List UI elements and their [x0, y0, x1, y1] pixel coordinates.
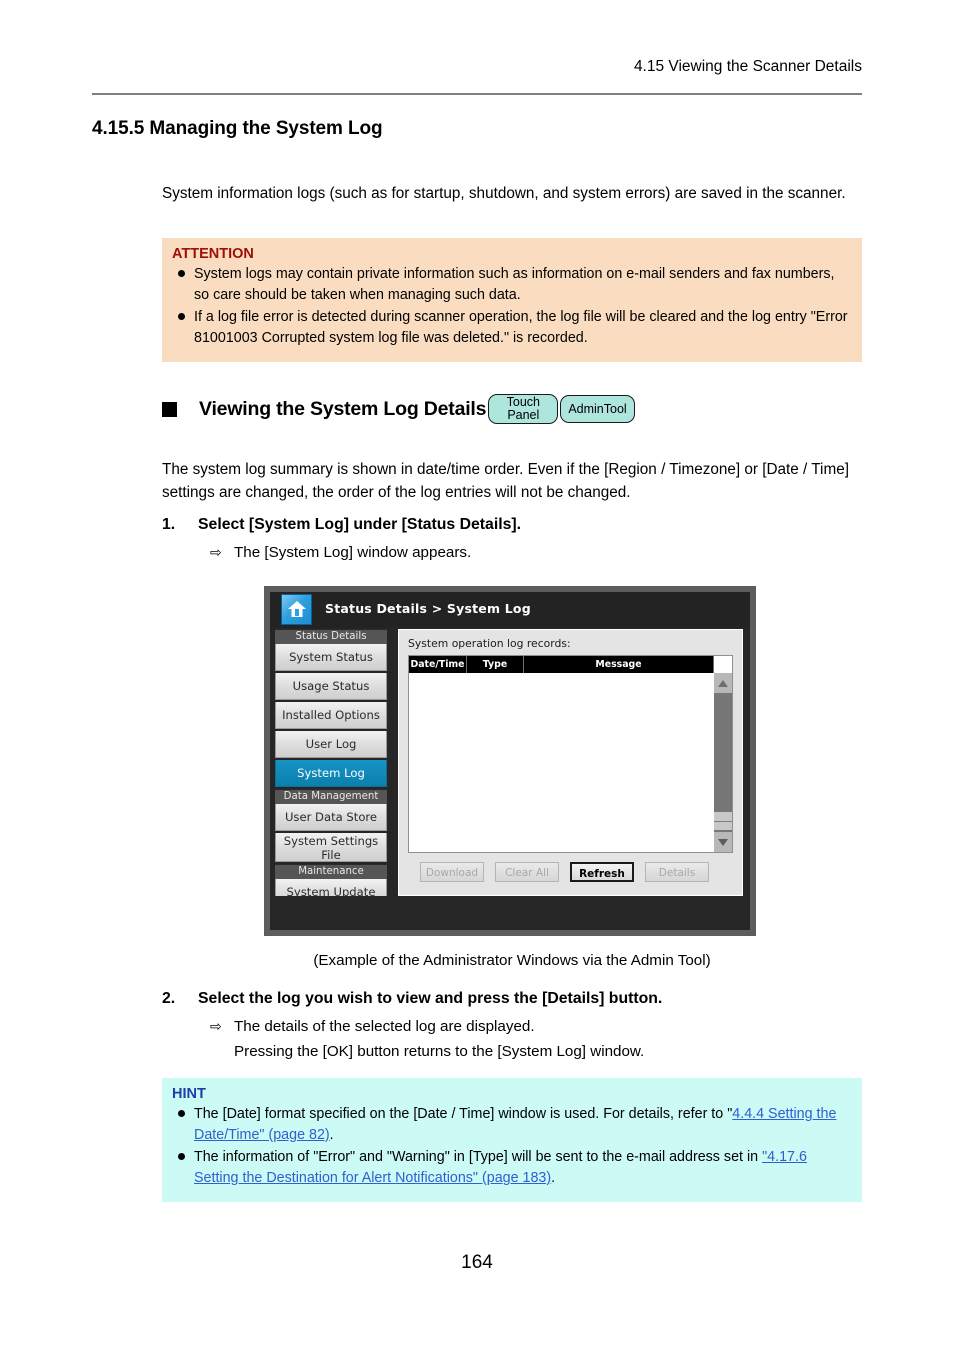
bullet-icon: [178, 1110, 185, 1117]
sidebar-item-system-settings-file[interactable]: System Settings File: [275, 833, 387, 862]
scroll-down-button[interactable]: [714, 832, 732, 852]
square-bullet-icon: [162, 401, 177, 417]
ui-sidebar[interactable]: Status Details System Status Usage Statu…: [275, 629, 387, 896]
scroll-up-button[interactable]: [714, 673, 732, 693]
running-header: 4.15 Viewing the Scanner Details: [633, 58, 862, 75]
bullet-icon: [178, 313, 185, 320]
content-label: System operation log records:: [408, 637, 571, 650]
hint-box: HINT The [Date] format specified on the …: [162, 1078, 862, 1202]
figure-caption: (Example of the Administrator Windows vi…: [313, 952, 711, 969]
intro-paragraph: System information logs (such as for sta…: [162, 185, 846, 202]
step-1-result-text: The [System Log] window appears.: [234, 544, 472, 561]
sidebar-item-system-update[interactable]: System Update: [275, 879, 387, 896]
log-action-buttons: Download Clear All Refresh Details: [408, 862, 733, 882]
ui-content-panel: System operation log records: Date/Time …: [398, 629, 743, 896]
log-table: Date/Time Type Message: [408, 655, 733, 853]
attention-item: If a log file error is detected during s…: [172, 307, 852, 349]
sidebar-item-system-log[interactable]: System Log: [275, 760, 387, 787]
badge-line2: Panel: [507, 408, 540, 422]
header-rule: [92, 93, 862, 95]
step-2-number: 2.: [162, 990, 176, 1007]
scanner-ui-window: Status Details > System Log Status Detai…: [270, 592, 750, 930]
step-1-title: 1. Select [System Log] under [Status Det…: [162, 516, 862, 534]
chevron-up-icon: [718, 679, 728, 687]
step-1: 1. Select [System Log] under [Status Det…: [162, 516, 862, 564]
clear-all-button[interactable]: Clear All: [495, 862, 559, 882]
details-button[interactable]: Details: [645, 862, 709, 882]
column-header-spacer: [714, 656, 732, 673]
sidebar-item-usage-status[interactable]: Usage Status: [275, 673, 387, 700]
attention-item: System logs may contain private informat…: [172, 264, 852, 306]
page-number: 164: [461, 1252, 493, 1273]
grip-line: [723, 820, 732, 822]
log-table-body[interactable]: [409, 673, 714, 852]
column-header-type: Type: [467, 656, 524, 673]
step-1-title-text: Select [System Log] under [Status Detail…: [198, 516, 522, 533]
grip-line: [714, 820, 723, 822]
bullet-icon: [178, 270, 185, 277]
hint-item-1-pre: The [Date] format specified on the [Date…: [194, 1106, 733, 1122]
attention-box: ATTENTION System logs may contain privat…: [162, 238, 862, 362]
step-2: 2. Select the log you wish to view and p…: [162, 990, 862, 1063]
sidebar-item-system-status[interactable]: System Status: [275, 644, 387, 671]
subsection-heading: Viewing the System Log Details Touch Pan…: [162, 394, 635, 424]
attention-list: System logs may contain private informat…: [172, 264, 852, 349]
sidebar-item-user-log[interactable]: User Log: [275, 731, 387, 758]
breadcrumb: Status Details > System Log: [325, 601, 531, 616]
attention-item-text: If a log file error is detected during s…: [194, 309, 848, 346]
badge-admin-tool: AdminTool: [560, 395, 635, 423]
step-2-result: ⇨ The details of the selected log are di…: [162, 1015, 862, 1038]
log-table-header: Date/Time Type Message: [409, 656, 732, 673]
hint-item-2-pre: The information of "Error" and "Warning"…: [194, 1149, 763, 1165]
column-header-message: Message: [524, 656, 714, 673]
column-header-datetime: Date/Time: [409, 656, 467, 673]
step-2-title: 2. Select the log you wish to view and p…: [162, 990, 862, 1008]
step-2-title-text: Select the log you wish to view and pres…: [198, 990, 663, 1007]
step-1-result: ⇨ The [System Log] window appears.: [162, 541, 862, 564]
sidebar-item-installed-options[interactable]: Installed Options: [275, 702, 387, 729]
page-title: 4.15.5 Managing the System Log: [92, 118, 383, 139]
sidebar-group-data-management: Data Management: [275, 789, 387, 804]
step-2-result-text: The details of the selected log are disp…: [234, 1018, 535, 1035]
attention-item-text: System logs may contain private informat…: [194, 266, 835, 303]
subsection-title: Viewing the System Log Details: [199, 397, 487, 420]
step-2-extra-text: Pressing the [OK] button returns to the …: [234, 1043, 645, 1060]
refresh-button[interactable]: Refresh: [570, 862, 634, 882]
hint-item-1-post: .: [329, 1127, 334, 1143]
hint-item-2-post: .: [551, 1170, 556, 1186]
bullet-icon: [178, 1153, 185, 1160]
hint-label: HINT: [172, 1086, 206, 1102]
result-arrow-icon: ⇨: [210, 1018, 222, 1034]
home-icon[interactable]: [281, 594, 312, 625]
result-arrow-icon: ⇨: [210, 544, 222, 560]
attention-label: ATTENTION: [172, 246, 254, 262]
step-1-number: 1.: [162, 516, 176, 533]
log-table-scrollbar[interactable]: [714, 673, 732, 852]
hint-item: The [Date] format specified on the [Date…: [172, 1104, 852, 1146]
ui-title-bar: Status Details > System Log: [270, 592, 750, 628]
hint-list: The [Date] format specified on the [Date…: [172, 1104, 852, 1189]
download-button[interactable]: Download: [420, 862, 484, 882]
system-log-screenshot: Status Details > System Log Status Detai…: [264, 586, 756, 936]
sidebar-group-status-details: Status Details: [275, 629, 387, 644]
scrollbar-thumb[interactable]: [714, 812, 732, 830]
hint-item: The information of "Error" and "Warning"…: [172, 1147, 852, 1189]
badge-touch-panel: Touch Panel: [488, 394, 559, 424]
body-paragraph: The system log summary is shown in date/…: [162, 461, 849, 501]
chevron-down-icon: [718, 838, 728, 846]
sidebar-group-maintenance: Maintenance: [275, 864, 387, 879]
sidebar-item-user-data-store[interactable]: User Data Store: [275, 804, 387, 831]
